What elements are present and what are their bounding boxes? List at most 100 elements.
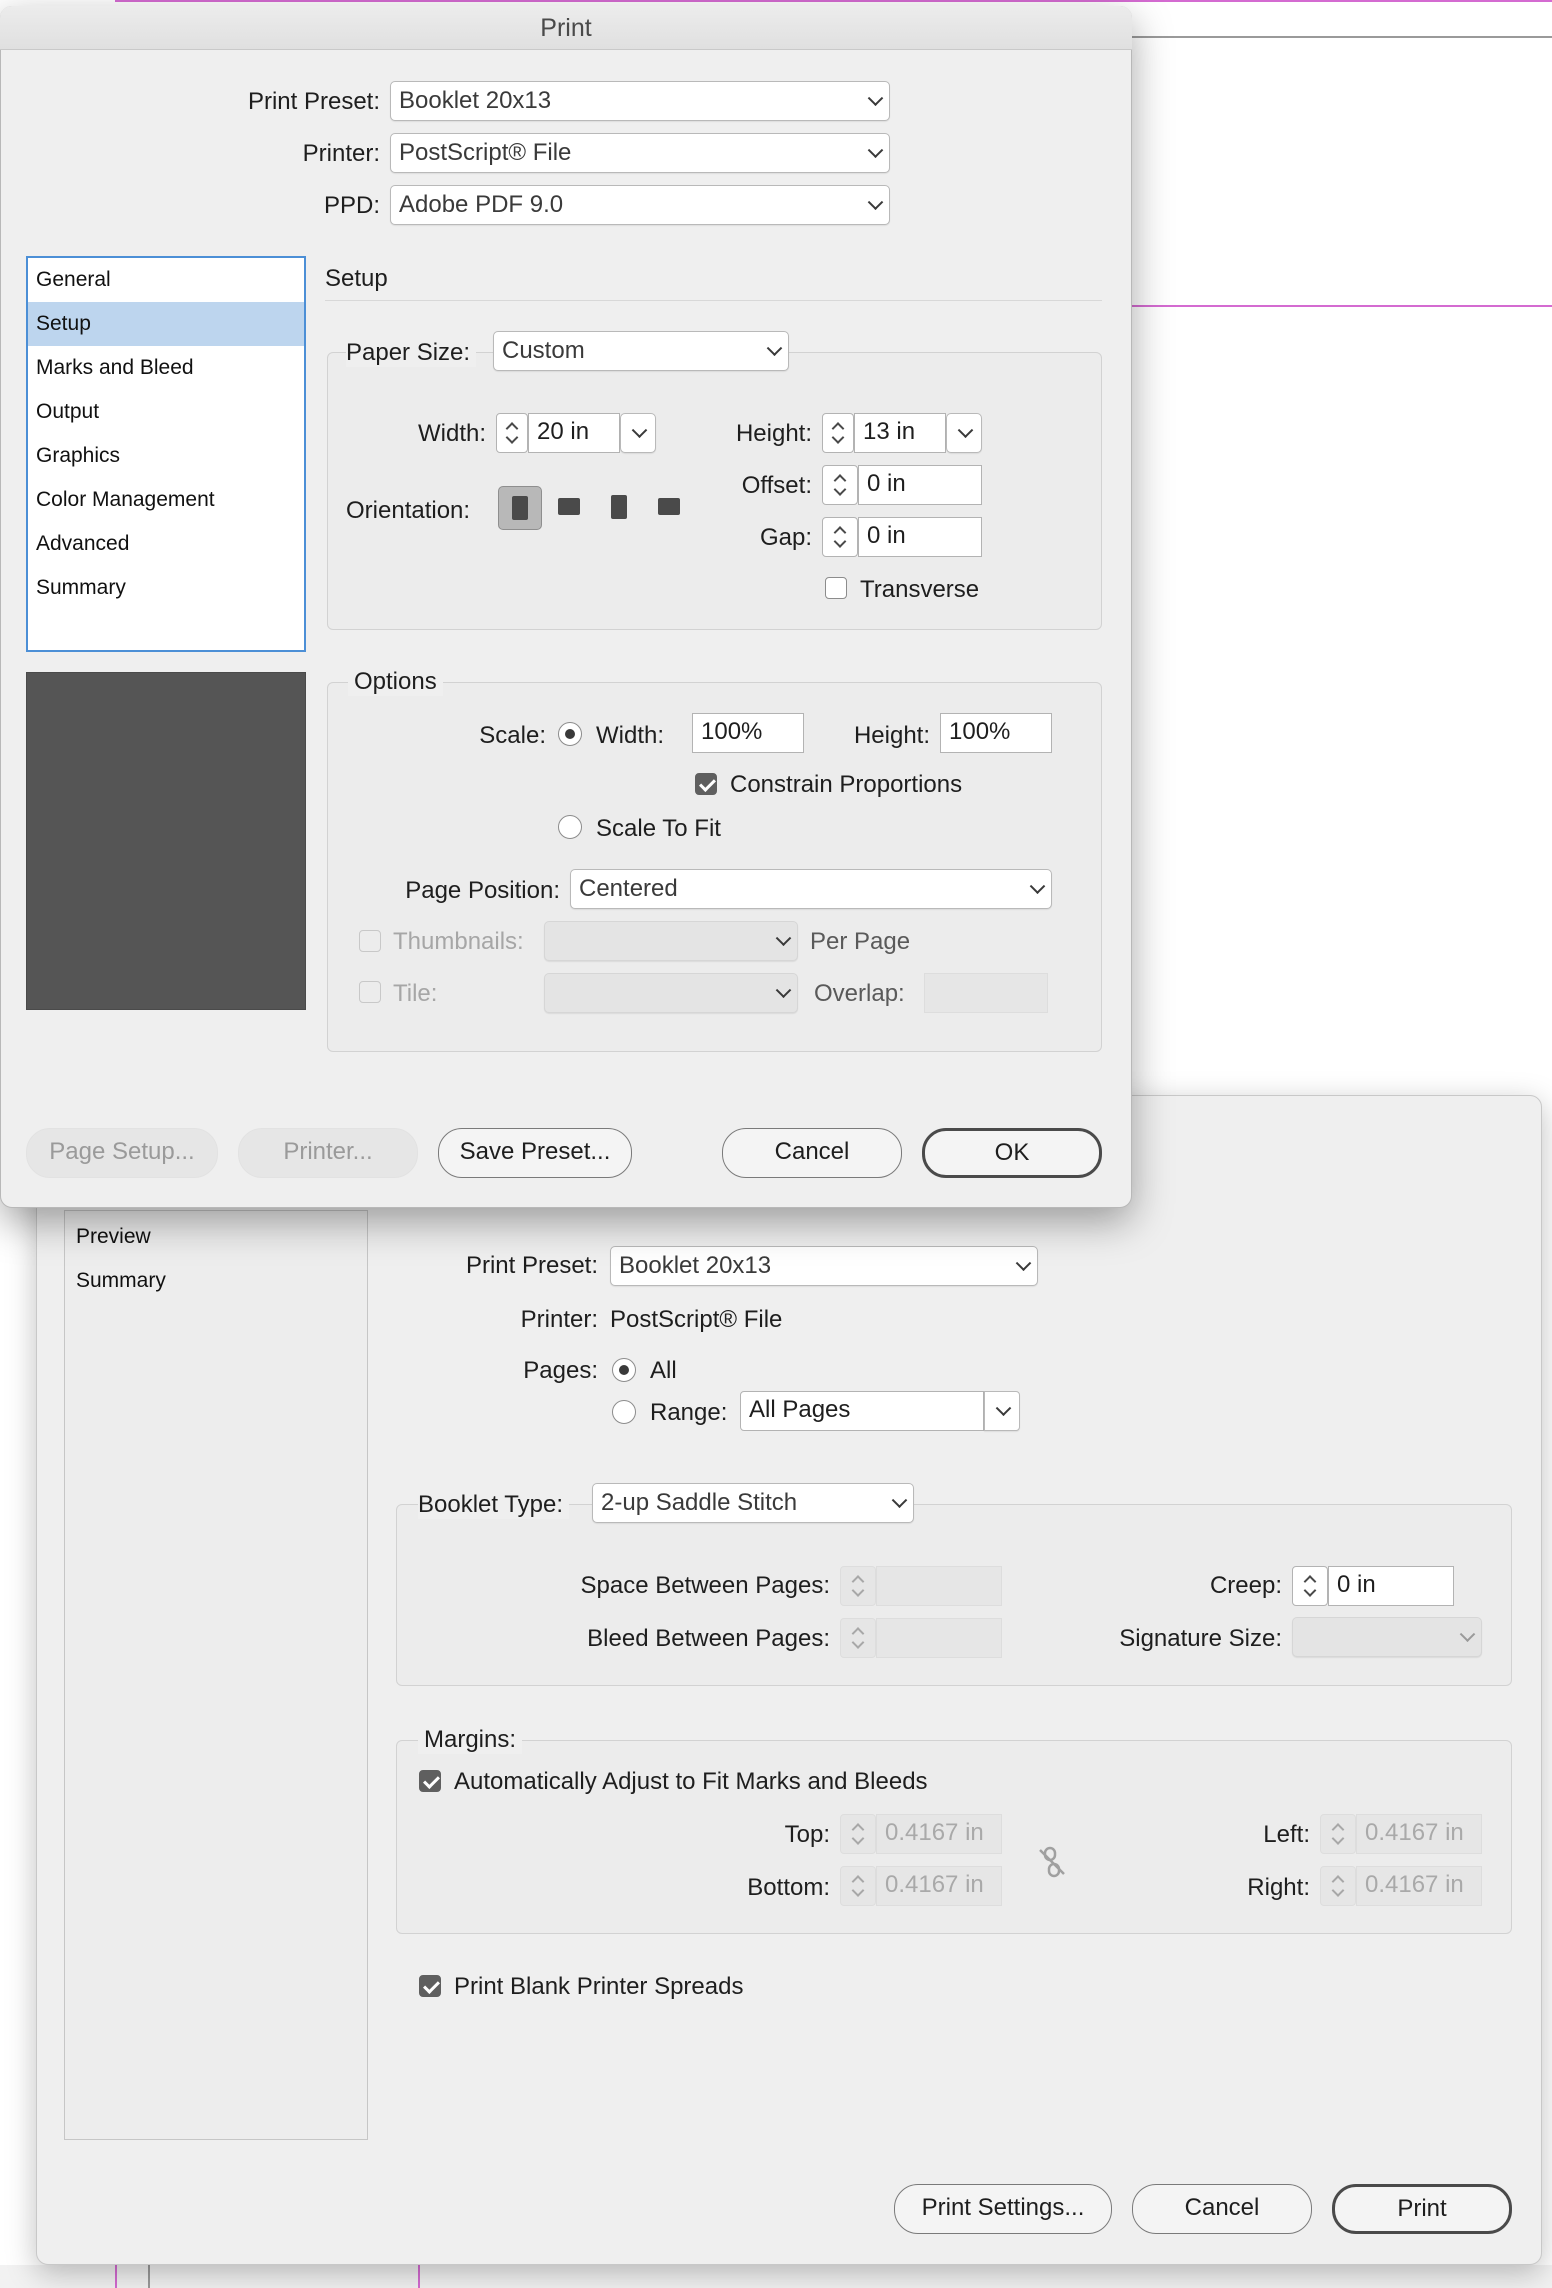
booklet-sidebar: Preview Summary bbox=[64, 1210, 368, 2140]
booklet-print-preset-popup[interactable]: Booklet 20x13 bbox=[610, 1246, 1038, 1286]
print-preset-label: Print Preset: bbox=[247, 88, 380, 115]
scale-height-label: Height: bbox=[853, 722, 930, 749]
offset-stepper[interactable] bbox=[822, 465, 858, 505]
print-preset-value: Booklet 20x13 bbox=[399, 87, 552, 114]
bleed-between-pages-label: Bleed Between Pages: bbox=[587, 1625, 830, 1652]
page-preview bbox=[26, 672, 306, 1010]
print-preset-popup[interactable]: Booklet 20x13 bbox=[390, 81, 890, 121]
booklet-print-preset-value: Booklet 20x13 bbox=[619, 1252, 772, 1279]
orientation-reverse-portrait-button[interactable] bbox=[598, 486, 642, 530]
gap-stepper[interactable] bbox=[822, 517, 858, 557]
scale-width-radio[interactable] bbox=[558, 722, 582, 746]
creep-stepper[interactable] bbox=[1292, 1566, 1328, 1606]
paper-width-input[interactable]: 20 in bbox=[528, 413, 620, 453]
orientation-portrait-button[interactable] bbox=[498, 486, 542, 530]
printer-popup[interactable]: PostScript® File bbox=[390, 133, 890, 173]
guide-line-bottom-mid bbox=[418, 2262, 420, 2288]
auto-adjust-label: Automatically Adjust to Fit Marks and Bl… bbox=[454, 1768, 928, 1795]
space-between-pages-input bbox=[876, 1566, 1002, 1606]
signature-size-label: Signature Size: bbox=[1119, 1625, 1282, 1652]
booklet-type-value: 2-up Saddle Stitch bbox=[601, 1489, 798, 1516]
paper-width-label: Width: bbox=[417, 420, 486, 447]
orientation-reverse-landscape-button[interactable] bbox=[648, 486, 692, 530]
category-output[interactable]: Output bbox=[28, 390, 304, 434]
pages-all-radio[interactable] bbox=[612, 1358, 636, 1382]
pages-range-radio[interactable] bbox=[612, 1400, 636, 1424]
chevron-down-icon bbox=[867, 194, 884, 211]
bleed-between-pages-input bbox=[876, 1618, 1002, 1658]
chevron-down-icon bbox=[775, 930, 792, 947]
bleed-between-pages-stepper bbox=[840, 1618, 876, 1658]
scale-width-input[interactable]: 100% bbox=[692, 713, 804, 753]
gap-input[interactable]: 0 in bbox=[858, 517, 982, 557]
ppd-popup[interactable]: Adobe PDF 9.0 bbox=[390, 185, 890, 225]
save-preset-button[interactable]: Save Preset... bbox=[438, 1128, 632, 1178]
margins-title: Margins: bbox=[418, 1726, 523, 1754]
portrait-icon bbox=[512, 496, 528, 520]
page-edge-bottom bbox=[148, 2262, 150, 2288]
paper-height-stepper[interactable] bbox=[822, 413, 854, 453]
paper-width-units-dropdown[interactable] bbox=[620, 413, 656, 453]
margin-right-stepper bbox=[1320, 1866, 1356, 1906]
creep-input[interactable]: 0 in bbox=[1328, 1566, 1454, 1606]
page-position-label: Page Position: bbox=[405, 877, 560, 904]
printer-value: PostScript® File bbox=[399, 139, 572, 166]
pages-range-input[interactable]: All Pages bbox=[740, 1391, 984, 1431]
constrain-proportions-label: Constrain Proportions bbox=[730, 771, 963, 798]
category-color-management[interactable]: Color Management bbox=[28, 478, 304, 522]
scale-height-input[interactable]: 100% bbox=[940, 713, 1052, 753]
booklet-type-popup[interactable]: 2-up Saddle Stitch bbox=[592, 1483, 914, 1523]
category-setup[interactable]: Setup bbox=[28, 302, 304, 346]
space-between-pages-label: Space Between Pages: bbox=[580, 1572, 830, 1599]
print-button[interactable]: Print bbox=[1332, 2184, 1512, 2234]
options-title: Options bbox=[348, 668, 443, 696]
page-position-popup[interactable]: Centered bbox=[570, 869, 1052, 909]
orientation-landscape-button[interactable] bbox=[548, 486, 592, 530]
reverse-landscape-icon bbox=[658, 498, 680, 515]
ok-button[interactable]: OK bbox=[922, 1128, 1102, 1178]
paper-size-value: Custom bbox=[502, 337, 585, 364]
constrain-proportions-checkbox[interactable] bbox=[695, 773, 717, 795]
chevron-down-icon bbox=[867, 142, 884, 159]
category-marks-and-bleed[interactable]: Marks and Bleed bbox=[28, 346, 304, 390]
section-separator bbox=[325, 300, 1102, 301]
pages-all-label: All bbox=[650, 1357, 677, 1384]
booklet-cancel-button[interactable]: Cancel bbox=[1132, 2184, 1312, 2234]
overlap-label: Overlap: bbox=[814, 980, 905, 1007]
margin-left-label: Left: bbox=[1263, 1821, 1310, 1848]
chain-link-broken-icon[interactable] bbox=[1036, 1844, 1068, 1880]
category-advanced[interactable]: Advanced bbox=[28, 522, 304, 566]
sidebar-item-summary[interactable]: Summary bbox=[76, 1269, 166, 1293]
chevron-down-icon bbox=[631, 422, 648, 439]
overlap-input bbox=[924, 973, 1048, 1013]
page-border-top bbox=[1132, 36, 1552, 38]
paper-height-units-dropdown[interactable] bbox=[946, 413, 982, 453]
reverse-portrait-icon bbox=[611, 495, 627, 519]
ppd-label: PPD: bbox=[323, 192, 380, 219]
print-settings-button[interactable]: Print Settings... bbox=[894, 2184, 1112, 2234]
print-blank-spreads-label: Print Blank Printer Spreads bbox=[454, 1973, 744, 2000]
chevron-down-icon bbox=[1015, 1255, 1032, 1272]
paper-height-input[interactable]: 13 in bbox=[854, 413, 946, 453]
chevron-down-icon bbox=[1029, 878, 1046, 895]
scale-to-fit-radio[interactable] bbox=[558, 815, 582, 839]
category-summary[interactable]: Summary bbox=[28, 566, 304, 610]
page-position-value: Centered bbox=[579, 875, 678, 902]
auto-adjust-checkbox[interactable] bbox=[419, 1770, 441, 1792]
paper-size-popup[interactable]: Custom bbox=[493, 331, 789, 371]
sidebar-item-preview[interactable]: Preview bbox=[76, 1225, 151, 1249]
offset-label: Offset: bbox=[741, 472, 812, 499]
pages-range-dropdown[interactable] bbox=[984, 1391, 1020, 1431]
margin-left-input: 0.4167 in bbox=[1356, 1814, 1482, 1854]
chevron-down-icon bbox=[891, 1492, 908, 1509]
paper-width-stepper[interactable] bbox=[496, 413, 528, 453]
booklet-print-preset-label: Print Preset: bbox=[465, 1252, 598, 1279]
transverse-checkbox[interactable] bbox=[825, 577, 847, 599]
offset-input[interactable]: 0 in bbox=[858, 465, 982, 505]
cancel-button[interactable]: Cancel bbox=[722, 1128, 902, 1178]
margin-right-input: 0.4167 in bbox=[1356, 1866, 1482, 1906]
category-general[interactable]: General bbox=[28, 258, 304, 302]
print-blank-spreads-checkbox[interactable] bbox=[419, 1975, 441, 1997]
category-graphics[interactable]: Graphics bbox=[28, 434, 304, 478]
booklet-printer-label: Printer: bbox=[520, 1306, 598, 1333]
